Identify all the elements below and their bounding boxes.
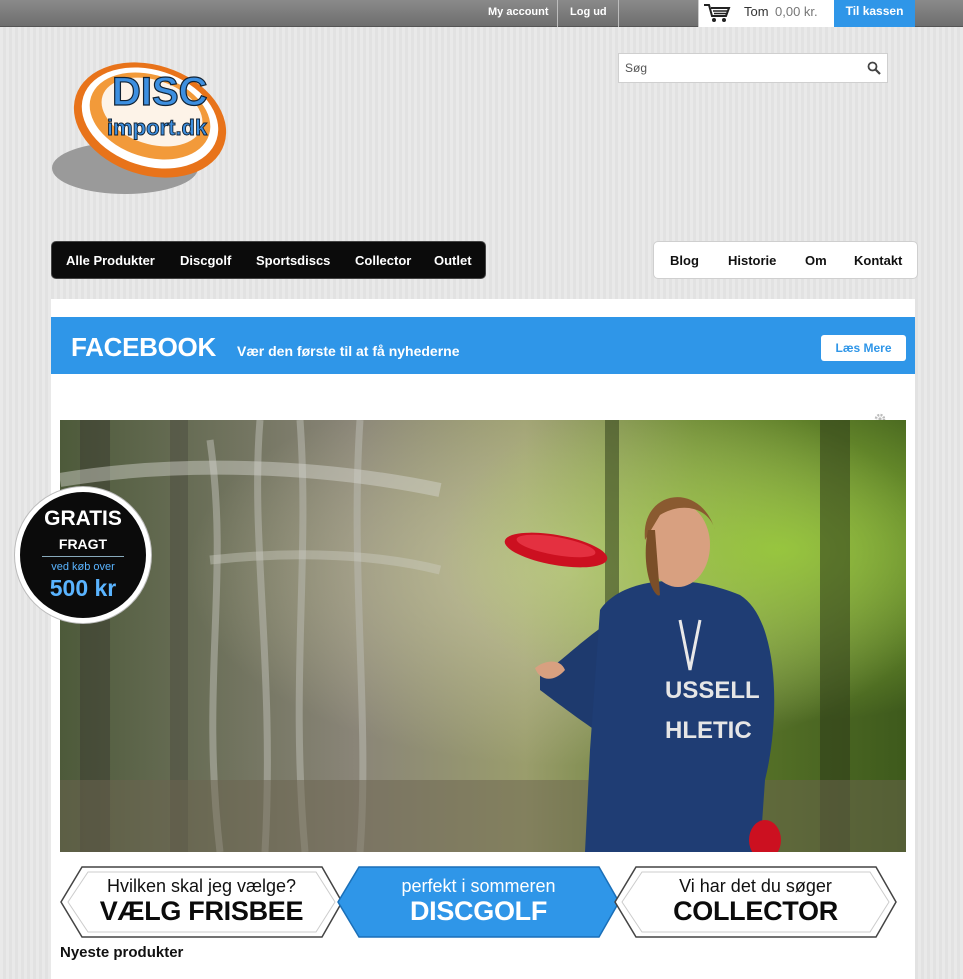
banner-title: COLLECTOR (673, 896, 838, 926)
banner-subtitle: Vi har det du søger (679, 876, 832, 896)
hero-image[interactable]: USSELL HLETIC (60, 420, 906, 852)
logo-image: DISC import.dk (52, 62, 227, 194)
hero-photo: USSELL HLETIC (60, 420, 906, 852)
facebook-banner: FACEBOOK Vær den første til at få nyhede… (51, 317, 915, 374)
facebook-title: FACEBOOK (71, 332, 216, 362)
facebook-text: Vær den første til at få nyhederne (237, 343, 460, 359)
banner-vaelg-frisbee[interactable]: Hvilken skal jeg vælge? VÆLG FRISBEE (60, 866, 343, 938)
banner-subtitle: Hvilken skal jeg vælge? (106, 876, 297, 896)
badge-line-amount: 500 kr (49, 575, 117, 601)
banner-title: VÆLG FRISBEE (99, 896, 304, 926)
logo[interactable]: DISC import.dk (50, 50, 235, 200)
read-more-button[interactable]: Læs Mere (821, 335, 906, 361)
shopping-cart-icon (704, 4, 731, 22)
nav-item-kontakt[interactable]: Kontakt (854, 242, 902, 278)
svg-text:DISC: DISC (112, 70, 208, 114)
nav-item-historie[interactable]: Historie (728, 242, 776, 278)
nav-item-sportsdiscs[interactable]: Sportsdiscs (256, 242, 330, 278)
nav-item-discgolf[interactable]: Discgolf (180, 242, 231, 278)
badge-divider (42, 556, 124, 557)
nav-item-om[interactable]: Om (805, 242, 827, 278)
badge-line-fragt: FRAGT (58, 536, 108, 552)
badge-line-gratis: GRATIS (44, 507, 122, 530)
checkout-button[interactable]: Til kassen (834, 0, 915, 27)
nav-item-outlet[interactable]: Outlet (434, 242, 472, 278)
nav-item-alle-produkter[interactable]: Alle Produkter (66, 242, 155, 278)
logout-link[interactable]: Log ud (570, 0, 607, 27)
info-navigation: Blog Historie Om Kontakt (653, 241, 918, 279)
mini-cart[interactable]: Tom 0,00 kr. (698, 0, 834, 27)
search-icon[interactable] (867, 61, 881, 75)
svg-text:import.dk: import.dk (107, 115, 208, 140)
main-navigation: Alle Produkter Discgolf Sportsdiscs Coll… (51, 241, 486, 279)
banner-collector[interactable]: Vi har det du søger COLLECTOR (614, 866, 897, 938)
newest-products-heading: Nyeste produkter (60, 944, 184, 961)
cart-status: Tom (744, 4, 769, 19)
banner-title: DISCGOLF (409, 896, 548, 926)
search-box (618, 53, 888, 83)
svg-text:USSELL: USSELL (665, 677, 760, 704)
nav-item-blog[interactable]: Blog (670, 242, 699, 278)
nav-item-collector[interactable]: Collector (355, 242, 411, 278)
divider (557, 0, 558, 27)
my-account-link[interactable]: My account (488, 0, 549, 27)
divider (618, 0, 619, 27)
badge-line-condition: ved køb over (51, 561, 115, 573)
banner-subtitle: perfekt i sommeren (401, 876, 556, 896)
free-shipping-badge: GRATIS FRAGT ved køb over 500 kr (15, 487, 151, 623)
cart-total: 0,00 kr. (775, 4, 818, 19)
banner-discgolf[interactable]: perfekt i sommeren DISCGOLF (337, 866, 620, 938)
svg-text:HLETIC: HLETIC (665, 717, 752, 744)
search-input[interactable] (619, 54, 849, 82)
